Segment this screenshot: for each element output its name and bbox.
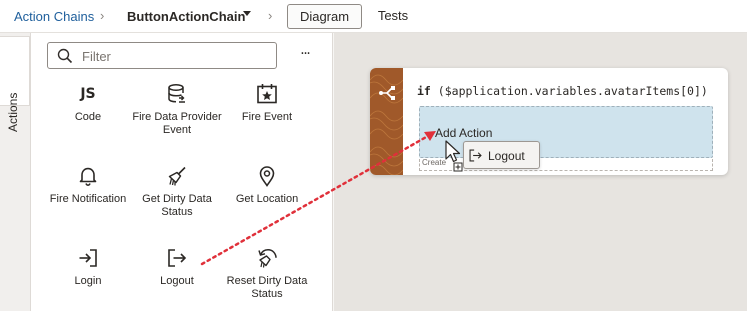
palette-item-label: Reset Dirty Data Status — [226, 275, 308, 300]
drag-preview-chip: Logout — [463, 141, 540, 169]
reset-broom-icon — [258, 249, 277, 268]
node-type-bar — [370, 68, 403, 175]
palette-item-fire-notification[interactable]: Fire Notification — [43, 165, 133, 206]
filter-box[interactable] — [47, 42, 277, 69]
breadcrumb-action-chains[interactable]: Action Chains — [14, 9, 94, 24]
calendar-star-icon — [257, 84, 277, 104]
if-action-node[interactable]: if ($application.variables.avatarItems[0… — [370, 68, 728, 175]
more-options-icon[interactable]: ••• — [295, 43, 317, 65]
create-label: Create — [422, 158, 447, 167]
drag-preview-label: Logout — [488, 149, 525, 163]
palette-item-get-location[interactable]: Get Location — [222, 165, 312, 206]
search-icon — [57, 48, 73, 64]
palette-item-label: Fire Event — [241, 111, 293, 123]
login-icon — [79, 249, 97, 267]
scrollbar[interactable] — [322, 73, 330, 311]
palette-item-label: Get Dirty Data Status — [142, 193, 212, 218]
map-pin-icon — [259, 166, 275, 187]
chevron-down-icon[interactable] — [243, 11, 251, 16]
if-condition: if ($application.variables.avatarItems[0… — [417, 84, 708, 98]
palette-item-login[interactable]: Login — [43, 247, 133, 288]
database-icon — [168, 83, 185, 103]
breadcrumb-separator-icon: › — [268, 8, 273, 23]
palette-item-label: Fire Data Provider Event — [132, 111, 222, 136]
tab-diagram[interactable]: Diagram — [287, 4, 362, 29]
add-action-label: Add Action — [435, 126, 493, 140]
bell-icon — [79, 167, 97, 186]
breadcrumb-separator-icon: › — [100, 8, 105, 23]
logout-icon — [469, 149, 482, 162]
palette-item-label: Fire Notification — [49, 193, 127, 205]
tab-actions-label: Actions — [6, 92, 20, 132]
palette-item-label: Code — [74, 111, 102, 123]
palette-item-fire-event[interactable]: Fire Event — [222, 83, 312, 124]
palette-item-reset-dirty-data-status[interactable]: Reset Dirty Data Status — [222, 247, 312, 301]
palette-item-code[interactable]: JS Code — [43, 83, 133, 124]
tab-actions[interactable]: Actions — [0, 36, 30, 132]
js-icon: JS — [80, 86, 96, 102]
if-keyword: if — [417, 84, 431, 98]
tab-tests[interactable]: Tests — [368, 4, 418, 29]
drag-cursor-icon — [445, 140, 463, 172]
palette-item-logout[interactable]: Logout — [132, 247, 222, 288]
broom-icon — [168, 166, 186, 186]
top-bar: Action Chains › ButtonActionChain › Diag… — [0, 0, 747, 33]
actions-palette: ••• JS Code Fire Data Provider Event Fir… — [31, 33, 333, 311]
palette-item-label: Login — [74, 275, 102, 287]
branch-icon — [379, 86, 395, 100]
filter-input[interactable] — [82, 47, 267, 65]
palette-item-label: Get Location — [235, 193, 299, 205]
palette-item-get-dirty-data-status[interactable]: Get Dirty Data Status — [132, 165, 222, 219]
logout-icon — [168, 249, 187, 267]
palette-item-fire-data-provider-event[interactable]: Fire Data Provider Event — [132, 83, 222, 137]
condition-expression: ($application.variables.avatarItems[0]) — [437, 84, 708, 98]
breadcrumb-current[interactable]: ButtonActionChain — [127, 9, 245, 24]
palette-item-label: Logout — [160, 275, 194, 287]
